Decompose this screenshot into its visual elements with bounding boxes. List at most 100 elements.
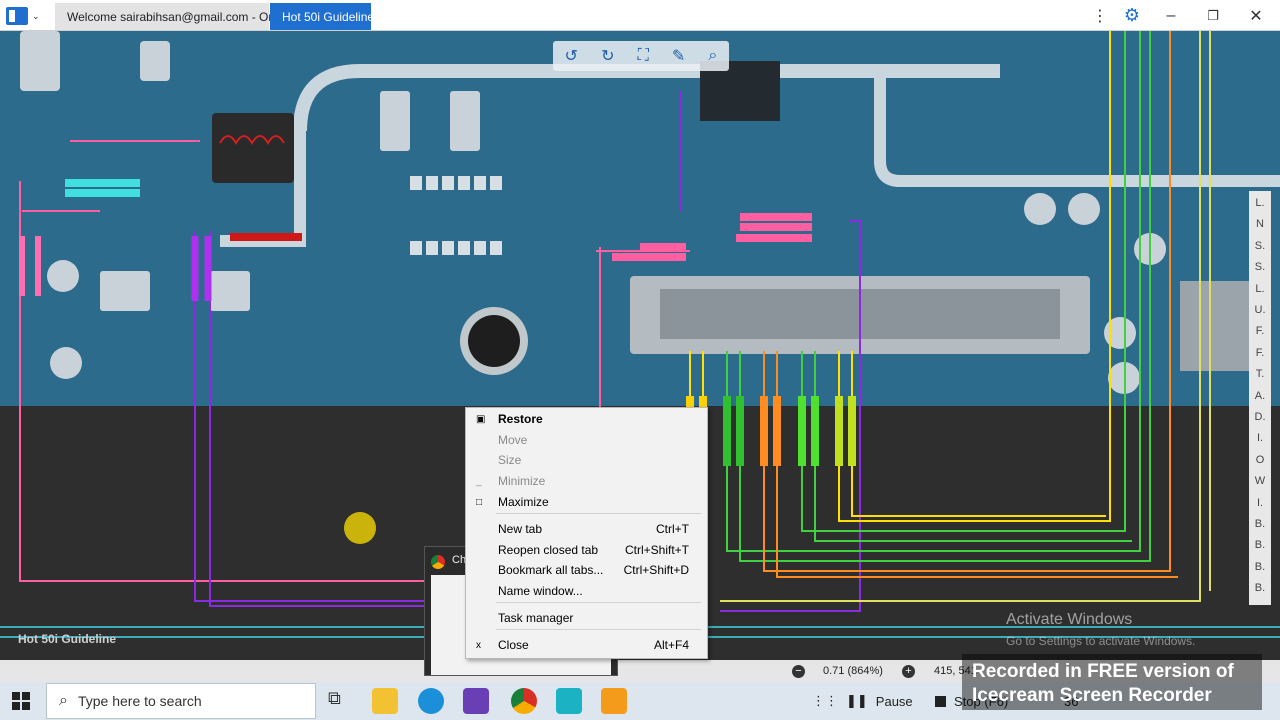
chrome-icon: [431, 555, 445, 569]
menu-item-icon: _: [476, 475, 482, 487]
side-letter[interactable]: A.: [1249, 390, 1271, 402]
search-icon: ⌕: [59, 692, 68, 709]
menu-item-label: Maximize: [498, 495, 549, 509]
edge-icon[interactable]: [418, 688, 444, 714]
drag-handle-icon[interactable]: ⋮⋮: [812, 682, 838, 720]
menu-separator: [496, 513, 701, 514]
menu-item-label: Minimize: [498, 474, 546, 488]
menu-item-label: New tab: [498, 522, 543, 536]
tab-guideline[interactable]: Hot 50i Guideline: [270, 3, 374, 30]
menu-item-close[interactable]: x Close Alt+F4: [466, 635, 707, 655]
menu-separator: [496, 629, 701, 630]
app-menu-button[interactable]: ⌄: [6, 5, 42, 27]
stop-icon: [935, 695, 946, 707]
side-letter[interactable]: L.: [1249, 283, 1271, 295]
menu-item-label: Restore: [498, 412, 543, 426]
chevron-down-icon: ⌄: [32, 10, 40, 21]
file-explorer-icon[interactable]: [372, 688, 398, 714]
side-letter[interactable]: S.: [1249, 261, 1271, 273]
canvas-caption: Hot 50i Guideline: [18, 632, 117, 646]
menu-item-icon: □: [476, 496, 483, 508]
orion-app-icon[interactable]: [556, 688, 582, 714]
menu-item-task-manager[interactable]: Task manager: [466, 608, 707, 628]
side-letter[interactable]: B.: [1249, 518, 1271, 530]
close-button[interactable]: ✕: [1243, 0, 1269, 31]
side-letter[interactable]: N: [1249, 218, 1271, 230]
minimize-button[interactable]: –: [1158, 0, 1184, 31]
preview-title: Ch: [452, 554, 467, 566]
menu-item-label: Move: [498, 433, 528, 447]
menu-separator: [496, 602, 701, 603]
recorder-watermark: Recorded in FREE version of Icecream Scr…: [962, 654, 1262, 710]
menu-item-label: Size: [498, 453, 522, 467]
more-icon[interactable]: ⋮: [1088, 0, 1112, 31]
recorder-app-icon[interactable]: [601, 688, 627, 714]
menu-item-reopen-closed-tab[interactable]: Reopen closed tab Ctrl+Shift+T: [466, 540, 707, 560]
side-letter[interactable]: F.: [1249, 325, 1271, 337]
restore-button[interactable]: ❐: [1200, 0, 1226, 31]
side-letter[interactable]: W: [1249, 475, 1271, 487]
activate-windows-title: Activate Windows: [1006, 611, 1133, 628]
side-letter[interactable]: D.: [1249, 411, 1271, 423]
side-letter[interactable]: I.: [1249, 497, 1271, 509]
menu-item-restore[interactable]: ▣ Restore: [466, 409, 707, 429]
side-letter[interactable]: O: [1249, 454, 1271, 466]
zoom-in-button[interactable]: +: [902, 660, 915, 682]
side-letter[interactable]: B.: [1249, 561, 1271, 573]
menu-item-label: Name window...: [498, 584, 583, 598]
fit-icon[interactable]: ⛶: [638, 47, 649, 65]
zoom-out-button[interactable]: −: [792, 660, 805, 682]
menu-item-maximize[interactable]: □ Maximize: [466, 492, 707, 512]
menu-item-bookmark-all-tabs[interactable]: Bookmark all tabs... Ctrl+Shift+D: [466, 560, 707, 580]
screen: ⌄ Welcome sairabihsan@gmail.com - Orion …: [0, 0, 1280, 720]
rotate-left-icon[interactable]: ↺: [565, 46, 578, 66]
side-letter[interactable]: I.: [1249, 432, 1271, 444]
brush-icon[interactable]: ✎: [672, 46, 685, 66]
activate-windows-subtitle: Go to Settings to activate Windows.: [1006, 634, 1196, 648]
chrome-app-icon[interactable]: [511, 688, 537, 714]
gear-icon[interactable]: ⚙: [1120, 0, 1144, 31]
app-purple-icon[interactable]: [463, 688, 489, 714]
side-letter[interactable]: U.: [1249, 304, 1271, 316]
side-letter-index: L. N S. S. L. U. F. F. T. A. D. I. O W I. B. B. B. B.: [1249, 191, 1271, 605]
search-placeholder: Type here to search: [77, 693, 202, 709]
pause-button[interactable]: ❚❚ Pause: [846, 682, 913, 720]
side-letter[interactable]: T.: [1249, 368, 1271, 380]
plus-icon: +: [902, 664, 915, 678]
app-logo-icon: [6, 7, 28, 25]
side-letter[interactable]: B.: [1249, 539, 1271, 551]
title-bar: ⌄ Welcome sairabihsan@gmail.com - Orion …: [0, 0, 1280, 31]
menu-item-label: Close: [498, 638, 529, 652]
window-context-menu: ▣ Restore Move Size _ Minimize □ Maximize New ta…: [465, 407, 708, 659]
menu-item-icon: x: [476, 639, 481, 651]
menu-item-minimize: _ Minimize: [466, 471, 707, 491]
menu-item-label: Task manager: [498, 611, 574, 625]
menu-item-label: Reopen closed tab: [498, 543, 599, 557]
menu-item-new-tab[interactable]: New tab Ctrl+T: [466, 519, 707, 539]
menu-item-shortcut: Ctrl+Shift+D: [623, 563, 689, 577]
menu-item-shortcut: Ctrl+Shift+T: [624, 543, 689, 557]
menu-item-move: Move: [466, 430, 707, 450]
cursor-highlight: [344, 512, 376, 544]
menu-item-icon: ▣: [476, 413, 486, 425]
zoom-toolbar: ↺ ↻ ⛶ ✎ ⌕: [553, 41, 729, 71]
menu-item-label: Bookmark all tabs...: [498, 563, 604, 577]
side-letter[interactable]: F.: [1249, 347, 1271, 359]
menu-item-shortcut: Alt+F4: [653, 638, 689, 652]
pause-label: Pause: [875, 693, 913, 709]
tab-welcome[interactable]: Welcome sairabihsan@gmail.com - Orion: [55, 3, 288, 30]
task-view-icon[interactable]: ⧉: [328, 688, 341, 709]
pause-icon: ❚❚: [846, 693, 868, 708]
windows-start-icon[interactable]: [12, 692, 30, 710]
taskbar-search[interactable]: ⌕ Type here to search: [46, 683, 316, 719]
zoom-level: 0.71 (864%): [823, 665, 883, 677]
minus-icon: −: [792, 664, 805, 678]
menu-item-shortcut: Ctrl+T: [656, 522, 689, 536]
menu-item-size: Size: [466, 450, 707, 470]
side-letter[interactable]: S.: [1249, 240, 1271, 252]
side-letter[interactable]: L.: [1249, 197, 1271, 209]
menu-item-name-window[interactable]: Name window...: [466, 581, 707, 601]
search-icon[interactable]: ⌕: [708, 47, 717, 65]
rotate-right-icon[interactable]: ↻: [601, 46, 614, 66]
side-letter[interactable]: B.: [1249, 582, 1271, 594]
